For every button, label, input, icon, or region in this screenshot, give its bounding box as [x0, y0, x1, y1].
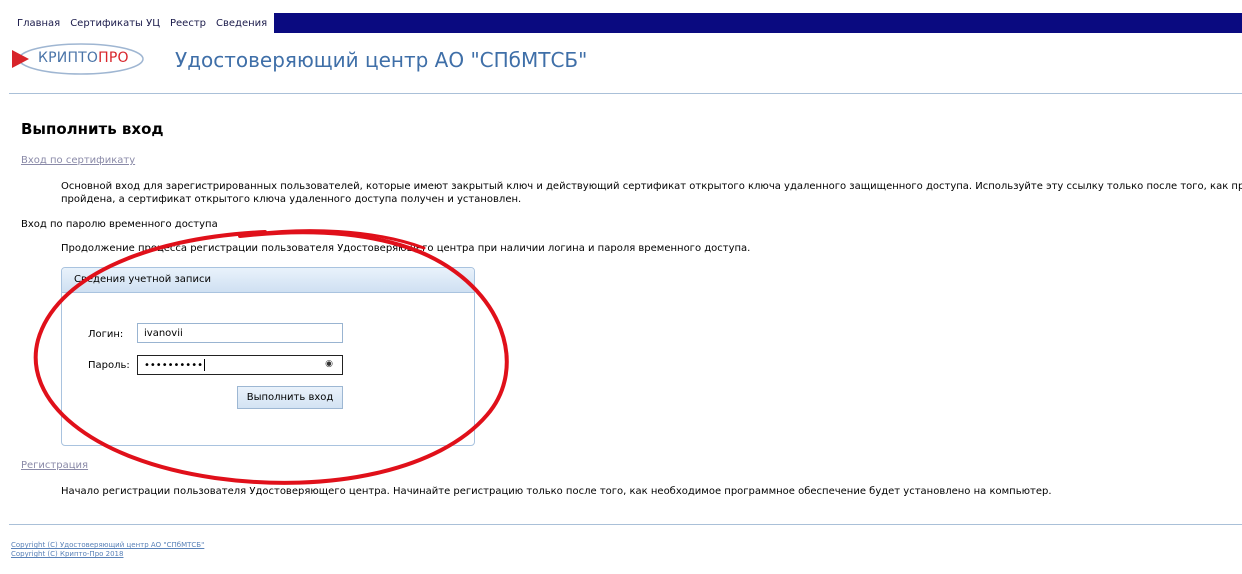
temp-login-description: Продолжение процесса регистрации пользов…: [61, 243, 751, 254]
login-label: Логин:: [88, 329, 124, 340]
footer-divider: [9, 524, 1242, 525]
logo-text: КРИПТОПРО: [38, 50, 129, 66]
login-input-value: ivanovii: [144, 327, 183, 339]
cryptopro-logo[interactable]: КРИПТОПРО: [9, 39, 145, 79]
password-input-value: ••••••••••: [144, 359, 203, 371]
top-menu: Главная Сертификаты УЦ Реестр Сведения: [9, 13, 275, 33]
nav-item-registry[interactable]: Реестр: [165, 18, 211, 29]
top-nav-bar: Главная Сертификаты УЦ Реестр Сведения: [9, 13, 1242, 33]
nav-item-home[interactable]: Главная: [12, 18, 65, 29]
show-password-eye-icon[interactable]: ◉: [325, 359, 333, 369]
cert-login-description-line2: пройдена, а сертификат открытого ключа у…: [61, 194, 522, 205]
registration-description: Начало регистрации пользователя Удостове…: [61, 486, 1052, 497]
header-divider: [9, 93, 1242, 94]
footer-copyright-ca[interactable]: Copyright (C) Удостоверяющий центр АО "С…: [11, 541, 204, 549]
login-submit-button[interactable]: Выполнить вход: [237, 386, 343, 409]
footer-copyright-cryptopro[interactable]: Copyright (C) Крипто-Про 2018: [11, 550, 123, 558]
cert-login-link[interactable]: Вход по сертификату: [21, 155, 135, 166]
cert-login-description-line1: Основной вход для зарегистрированных пол…: [61, 181, 1242, 192]
site-title: Удостоверяющий центр АО "СПбМТСБ": [175, 48, 588, 72]
account-panel-header: Сведения учетной записи: [62, 268, 474, 293]
page-title: Выполнить вход: [21, 120, 164, 138]
account-panel-title: Сведения учетной записи: [74, 274, 211, 285]
nav-item-ca-certificates[interactable]: Сертификаты УЦ: [65, 18, 165, 29]
registration-link[interactable]: Регистрация: [21, 460, 88, 471]
nav-item-info[interactable]: Сведения: [211, 18, 272, 29]
password-input[interactable]: •••••••••• ◉: [137, 355, 343, 375]
login-input[interactable]: ivanovii: [137, 323, 343, 343]
temp-login-title: Вход по паролю временного доступа: [21, 219, 218, 230]
password-label: Пароль:: [88, 360, 130, 371]
text-caret: [203, 359, 205, 371]
